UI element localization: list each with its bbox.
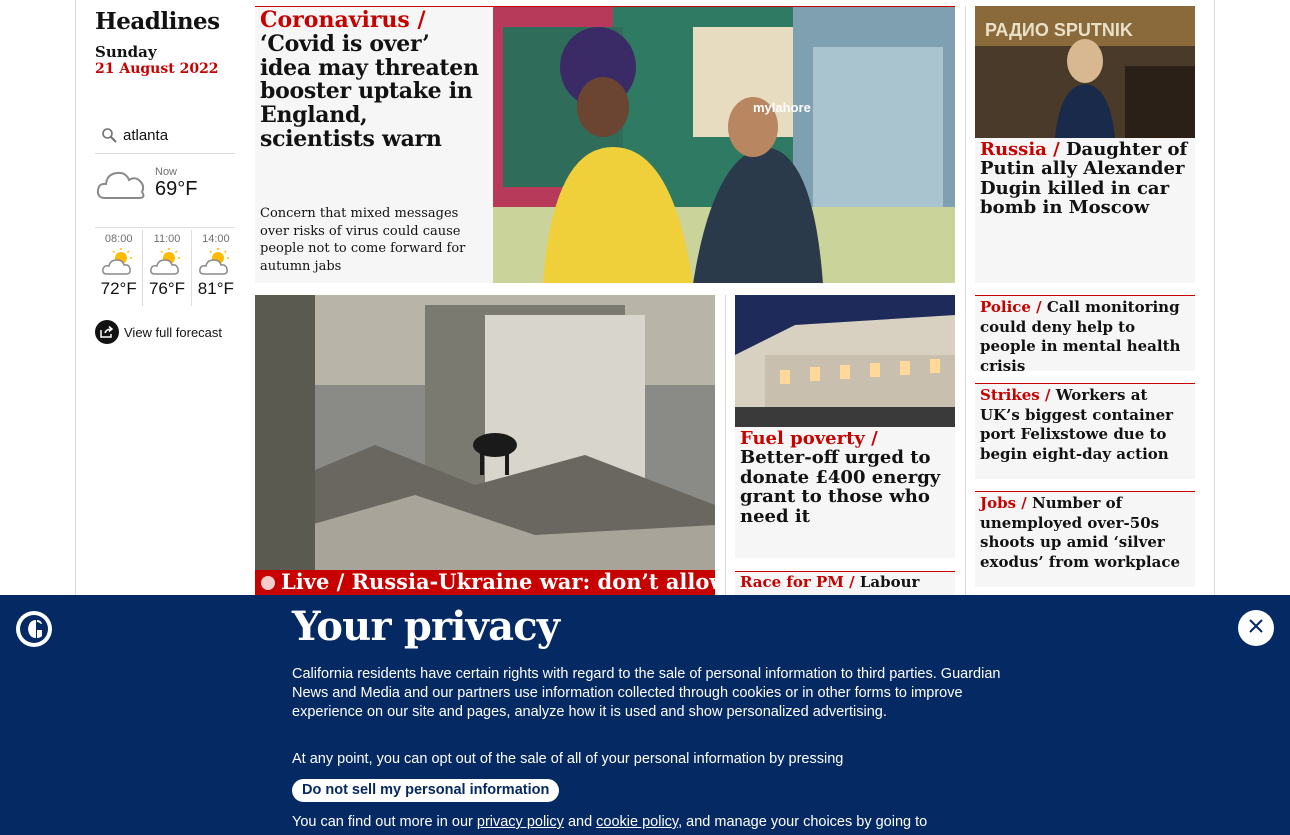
- houses-photo: [735, 295, 955, 427]
- manage-choices-text: , and manage your choices by going to: [678, 814, 928, 830]
- live-banner: Live / Russia-Ukraine war: don’t allow: [255, 570, 715, 595]
- close-icon: [1248, 618, 1264, 638]
- live-headline: Live / Russia-Ukraine war: don’t allow: [281, 569, 715, 594]
- story-main[interactable]: Coronavirus / ‘Covid is over’ idea may t…: [255, 6, 955, 283]
- story-kicker: Live /: [281, 569, 345, 594]
- story-kicker: Coronavirus /: [260, 7, 426, 33]
- story-kicker: Strikes /: [980, 386, 1051, 404]
- russia-headline: Russia / Daughter of Putin ally Alexande…: [980, 140, 1190, 218]
- headlines-sidebar: Headlines Sunday 21 August 2022 atlanta …: [95, 0, 235, 344]
- story-kicker: Fuel poverty /: [740, 428, 878, 449]
- hour-temperature: 72°F: [100, 279, 137, 298]
- story-standfirst: Concern that mixed messages over risks o…: [260, 206, 466, 274]
- close-button[interactable]: [1238, 610, 1274, 646]
- story-headline: Better-off urged to donate £400 energy g…: [740, 447, 941, 527]
- privacy-paragraph: California residents have certain rights…: [292, 666, 1001, 720]
- ukraine-rubble-photo: [255, 295, 715, 570]
- privacy-optout-text: At any point, you can opt out of the sal…: [292, 751, 844, 767]
- cloud-icon: [95, 164, 147, 210]
- view-forecast-link[interactable]: View full forecast: [95, 320, 222, 344]
- pm-headline: Race for PM / Labour: [740, 574, 950, 590]
- story-jobs[interactable]: Jobs / Number of unemployed over-50s sho…: [975, 491, 1195, 587]
- story-kicker: Russia /: [980, 139, 1060, 160]
- story-strikes[interactable]: Strikes / Workers at UK’s biggest contai…: [975, 383, 1195, 479]
- sun-cloud-icon: [95, 245, 142, 279]
- sun-cloud-icon: [192, 245, 240, 279]
- story-live-ukraine[interactable]: Live / Russia-Ukraine war: don’t allow: [255, 295, 715, 595]
- guardian-logo-icon: [16, 611, 52, 647]
- privacy-banner: Your privacy California residents have c…: [0, 595, 1290, 835]
- jobs-headline: Jobs / Number of unemployed over-50s sho…: [980, 494, 1190, 572]
- story-police[interactable]: Police / Call monitoring could deny help…: [975, 295, 1195, 371]
- weather-location-search[interactable]: atlanta: [95, 118, 235, 154]
- external-link-icon: [95, 320, 119, 344]
- hour-temperature: 81°F: [197, 279, 234, 298]
- vaccination-photo: mylahore: [493, 7, 955, 283]
- main-headline: Coronavirus / ‘Covid is over’ idea may t…: [260, 7, 480, 152]
- story-headline: Labour: [859, 573, 920, 591]
- hourly-forecast: 08:00 72°F 11:00 76°F 14:00 81°F: [95, 230, 240, 306]
- hour-time: 11:00: [153, 233, 181, 245]
- story-headline: Russia-Ukraine war: don’t allow: [351, 569, 715, 594]
- strikes-headline: Strikes / Workers at UK’s biggest contai…: [980, 386, 1190, 464]
- story-kicker: Police /: [980, 298, 1042, 316]
- hour-time: 08:00: [104, 233, 133, 245]
- hour-time: 14:00: [202, 233, 230, 245]
- story-kicker: Race for PM /: [740, 573, 855, 591]
- cookie-policy-link[interactable]: cookie policy: [596, 814, 678, 830]
- privacy-more-info: You can find out more in our privacy pol…: [292, 814, 927, 830]
- story-kicker: Jobs /: [980, 494, 1027, 512]
- now-label: Now: [155, 166, 178, 178]
- hourly-item: 08:00 72°F: [95, 230, 144, 306]
- svg-text:РАДИО SPUTNIK: РАДИО SPUTNIK: [985, 20, 1133, 40]
- story-russia[interactable]: РАДИО SPUTNIK Russia / Daughter of Putin…: [975, 6, 1195, 283]
- police-headline: Police / Call monitoring could deny help…: [980, 298, 1190, 371]
- section-title: Headlines: [95, 8, 220, 35]
- location-input[interactable]: atlanta: [123, 127, 168, 144]
- hourly-item: 14:00 81°F: [192, 230, 240, 306]
- do-not-sell-button[interactable]: Do not sell my personal information: [292, 779, 560, 802]
- story-fuel-poverty[interactable]: Fuel poverty / Better-off urged to donat…: [735, 295, 955, 558]
- privacy-policy-link[interactable]: privacy policy: [477, 814, 564, 830]
- date-day: Sunday: [95, 43, 157, 61]
- current-weather: Now 69°F: [95, 160, 235, 228]
- russia-photo: РАДИО SPUTNIK: [975, 6, 1195, 138]
- svg-text:mylahore: mylahore: [753, 100, 811, 115]
- sun-cloud-icon: [143, 245, 190, 279]
- column-divider: [965, 6, 966, 595]
- fuel-headline: Fuel poverty / Better-off urged to donat…: [740, 429, 950, 526]
- date-full: 21 August 2022: [95, 61, 219, 77]
- privacy-title: Your privacy: [292, 603, 560, 650]
- hour-temperature: 76°F: [148, 279, 186, 298]
- now-temperature: 69°F: [155, 178, 198, 200]
- live-dot-icon: [261, 576, 275, 590]
- forecast-link-label: View full forecast: [124, 324, 223, 340]
- hourly-item: 11:00 76°F: [143, 230, 192, 306]
- story-headline: ‘Covid is over’ idea may threaten booste…: [260, 30, 479, 152]
- search-icon: [95, 127, 123, 144]
- column-divider: [725, 295, 726, 595]
- more-info-text: You can find out more in our: [292, 814, 473, 830]
- and-text: and: [567, 814, 593, 830]
